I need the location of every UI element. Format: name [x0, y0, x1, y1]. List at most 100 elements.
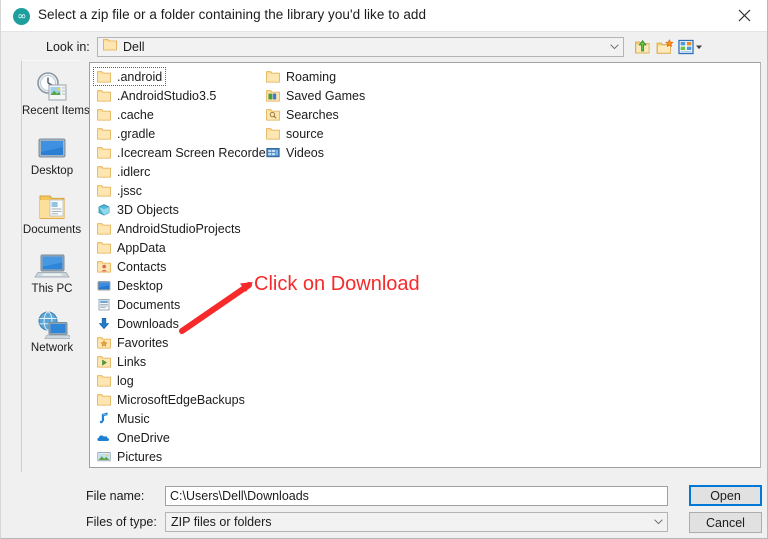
folder-icon [96, 240, 112, 256]
window-title: Select a zip file or a folder containing… [38, 7, 427, 22]
chevron-down-icon[interactable] [605, 38, 623, 56]
file-name-label: File name: [86, 489, 145, 503]
view-menu-button[interactable] [677, 37, 705, 57]
sidebar-item-recent-items[interactable]: Recent Items [22, 69, 90, 117]
list-item[interactable]: Music [93, 409, 154, 428]
sidebar-item-documents[interactable]: Documents [22, 188, 82, 236]
arduino-infinity-glyph: ∞ [17, 9, 26, 23]
list-item-label: AppData [117, 240, 166, 255]
folder-icon [265, 69, 281, 85]
folder-desktop-icon [96, 278, 112, 294]
list-item[interactable]: source [262, 124, 328, 143]
folder-3d-objects-icon [96, 202, 112, 218]
list-item-label: Music [117, 411, 150, 426]
list-item[interactable]: AppData [93, 238, 170, 257]
up-one-level-button[interactable] [632, 37, 652, 57]
list-item-label: source [286, 126, 324, 141]
chevron-down-icon[interactable] [649, 513, 667, 531]
folder-icon [96, 145, 112, 161]
cancel-button[interactable]: Cancel [689, 512, 762, 533]
folder-icon [265, 126, 281, 142]
list-item[interactable]: Searches [262, 105, 343, 124]
folder-saved-games-icon [265, 88, 281, 104]
list-item-label: Roaming [286, 69, 337, 84]
sidebar-item-label: Recent Items [22, 105, 90, 117]
list-item[interactable]: .AndroidStudio3.5 [93, 86, 220, 105]
list-item-label: Favorites [117, 335, 169, 350]
arduino-logo-icon: ∞ [13, 8, 30, 25]
file-name-input[interactable] [165, 486, 668, 506]
close-icon[interactable] [721, 0, 767, 31]
list-item-label: Downloads [117, 316, 179, 331]
list-item-label: Links [117, 354, 147, 369]
list-item[interactable]: Favorites [93, 333, 172, 352]
sidebar-item-desktop[interactable]: Desktop [22, 129, 82, 177]
folder-searches-icon [265, 107, 281, 123]
list-item[interactable]: Documents [93, 295, 184, 314]
folder-downloads-icon [96, 316, 112, 332]
title-bar: ∞ Select a zip file or a folder containi… [1, 0, 767, 32]
folder-videos-icon [265, 145, 281, 161]
this-pc-icon [22, 247, 82, 281]
folder-icon [96, 107, 112, 123]
list-item-label: .cache [117, 107, 154, 122]
folder-icon [96, 221, 112, 237]
list-item[interactable]: Links [93, 352, 150, 371]
folder-icon [96, 183, 112, 199]
documents-folder-icon [22, 188, 82, 222]
sidebar-item-label: This PC [31, 283, 73, 295]
list-item-label: Documents [117, 297, 181, 312]
folder-icon [96, 373, 112, 389]
list-item[interactable]: .Icecream Screen Recorder [93, 143, 274, 162]
list-item[interactable]: 3D Objects [93, 200, 183, 219]
list-item-label: log [117, 373, 134, 388]
list-item[interactable]: OneDrive [93, 428, 174, 447]
folder-icon [96, 164, 112, 180]
folder-music-icon [96, 411, 112, 427]
list-item[interactable]: .idlerc [93, 162, 154, 181]
files-of-type-combobox[interactable]: ZIP files or folders [165, 512, 668, 532]
list-item-label: Pictures [117, 449, 163, 464]
list-item[interactable]: Downloads [93, 314, 183, 333]
list-item[interactable]: Roaming [262, 67, 340, 86]
create-new-folder-button[interactable] [655, 37, 675, 57]
list-item[interactable]: log [93, 371, 138, 390]
files-of-type-label: Files of type: [86, 515, 157, 529]
list-item[interactable]: Contacts [93, 257, 170, 276]
sidebar-item-label: Network [30, 342, 74, 354]
folder-favorites-icon [96, 335, 112, 351]
list-item-label: Desktop [117, 278, 163, 293]
list-item-label: Contacts [117, 259, 167, 274]
list-item[interactable]: .cache [93, 105, 158, 124]
folder-icon [96, 126, 112, 142]
list-item-label: OneDrive [117, 430, 170, 445]
list-item-label: .Icecream Screen Recorder [117, 145, 270, 160]
open-button[interactable]: Open [689, 485, 762, 506]
sidebar-item-this-pc[interactable]: This PC [22, 247, 82, 295]
list-item[interactable]: .gradle [93, 124, 159, 143]
list-item[interactable]: MicrosoftEdgeBackups [93, 390, 249, 409]
file-list[interactable]: .android .AndroidStudio3.5 .cache .gradl… [89, 62, 761, 468]
folder-documents-icon [96, 297, 112, 313]
list-item[interactable]: .jssc [93, 181, 146, 200]
file-chooser-dialog: ∞ Select a zip file or a folder containi… [0, 0, 768, 539]
list-item[interactable]: Saved Games [262, 86, 369, 105]
list-item[interactable]: Videos [262, 143, 328, 162]
recent-items-icon [22, 69, 82, 103]
places-bar: Recent Items Desktop Documents This PC N… [21, 60, 90, 472]
sidebar-item-label: Documents [22, 224, 82, 236]
list-item[interactable]: Desktop [93, 276, 167, 295]
list-item[interactable]: AndroidStudioProjects [93, 219, 245, 238]
look-in-label: Look in: [46, 40, 90, 54]
list-item-label: AndroidStudioProjects [117, 221, 241, 236]
list-item[interactable]: Pictures [93, 447, 166, 466]
look-in-combobox[interactable]: Dell [97, 37, 624, 57]
folder-icon [103, 38, 117, 56]
desktop-monitor-icon [22, 129, 82, 163]
folder-icon [96, 392, 112, 408]
folder-contacts-icon [96, 259, 112, 275]
onedrive-cloud-icon [96, 430, 112, 446]
list-item[interactable]: .android [93, 67, 167, 86]
sidebar-item-network[interactable]: Network [22, 306, 82, 354]
folder-icon [96, 88, 112, 104]
